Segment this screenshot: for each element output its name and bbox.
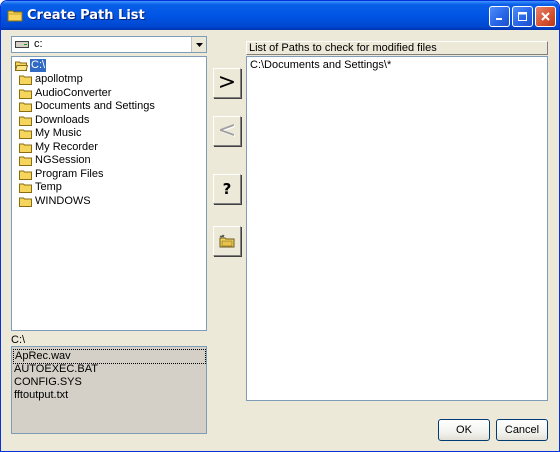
cancel-button[interactable]: Cancel [496, 419, 548, 441]
directory-label: apollotmp [35, 73, 83, 85]
close-icon [541, 12, 550, 21]
new-folder-button[interactable] [213, 226, 241, 256]
ok-label: OK [456, 424, 472, 436]
folder-icon [19, 116, 32, 126]
path-item[interactable]: C:\Documents and Settings\* [250, 59, 391, 71]
minimize-button[interactable] [489, 6, 510, 27]
open-folder-icon [15, 61, 28, 71]
cancel-label: Cancel [504, 424, 540, 436]
minimize-icon [496, 18, 502, 20]
window-title: Create Path List [27, 8, 145, 23]
title-bar[interactable]: Create Path List [1, 1, 559, 30]
dropdown-button[interactable] [191, 37, 206, 52]
create-path-list-window: Create Path List c: C:\ apollotmp AudioC… [0, 0, 560, 452]
new-folder-icon [219, 234, 235, 248]
close-button[interactable] [535, 6, 556, 27]
directory-label: AudioConverter [35, 86, 112, 99]
add-path-button[interactable]: > [213, 68, 241, 98]
help-label: ? [222, 180, 232, 198]
directory-label: NGSession [35, 154, 91, 166]
paths-list-header: List of Paths to check for modified file… [246, 41, 548, 55]
remove-path-label: < [217, 118, 237, 143]
directory-list[interactable]: C:\ apollotmp AudioConverter Documents a… [11, 56, 207, 331]
chevron-down-icon [195, 42, 203, 47]
folder-icon [19, 170, 32, 180]
directory-label: WINDOWS [35, 194, 91, 207]
file-item[interactable]: CONFIG.SYS [14, 376, 82, 389]
folder-icon [19, 102, 32, 112]
folder-icon [7, 10, 23, 22]
help-button[interactable]: ? [213, 174, 241, 204]
maximize-button[interactable] [512, 6, 533, 27]
maximize-icon [518, 12, 527, 21]
drive-select[interactable]: c: [11, 36, 207, 53]
file-item[interactable]: ApRec.wav [13, 349, 206, 364]
file-list[interactable]: ApRec.wav AUTOEXEC.BAT CONFIG.SYS fftout… [11, 346, 207, 434]
drive-icon [15, 41, 29, 48]
file-item[interactable]: AUTOEXEC.BAT [14, 363, 98, 376]
drive-value: c: [34, 38, 43, 50]
folder-icon [19, 129, 32, 139]
folder-icon [19, 89, 32, 99]
folder-icon [19, 183, 32, 193]
add-path-label: > [217, 70, 237, 95]
directory-label: My Music [35, 127, 82, 139]
directory-label: Program Files [35, 167, 104, 180]
file-item[interactable]: fftoutput.txt [14, 389, 68, 402]
ok-button[interactable]: OK [438, 419, 490, 441]
paths-list[interactable]: C:\Documents and Settings\* [246, 56, 548, 401]
directory-label: Temp [35, 181, 62, 193]
folder-icon [19, 197, 32, 207]
current-path-label: C:\ [11, 334, 26, 346]
folder-icon [19, 156, 32, 166]
directory-label: Documents and Settings [35, 100, 155, 112]
remove-path-button[interactable]: < [213, 116, 241, 146]
directory-label: C:\ [30, 59, 47, 72]
folder-icon [19, 143, 32, 153]
directory-label: My Recorder [35, 140, 98, 153]
directory-label: Downloads [35, 113, 90, 126]
folder-icon [19, 75, 32, 85]
